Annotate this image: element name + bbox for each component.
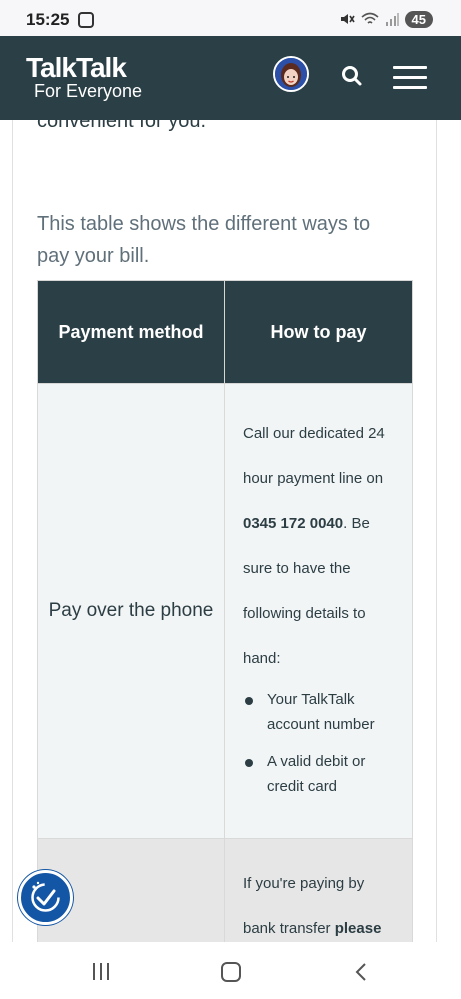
- how-text-line: hand:: [243, 650, 281, 667]
- mute-icon: [340, 14, 355, 24]
- accessibility-button[interactable]: [18, 870, 73, 925]
- menu-bar: [393, 66, 427, 69]
- avatar[interactable]: [273, 56, 309, 92]
- menu-bar: [393, 86, 427, 89]
- how-cell: Call our dedicated 24 hour payment line …: [224, 383, 413, 839]
- screen-record-icon: [78, 12, 94, 28]
- logo-tagline: For Everyone: [34, 81, 143, 101]
- how-text-bold: please: [334, 920, 382, 937]
- how-cell: If you're paying by bank transfer please: [224, 838, 413, 942]
- list-item: Your TalkTalk account number: [243, 687, 398, 737]
- column-header-how: How to pay: [224, 280, 413, 384]
- status-icons: 45: [339, 10, 433, 28]
- recents-bar: [100, 963, 102, 980]
- recents-bar: [93, 963, 95, 980]
- site-header: TalkTalk For Everyone: [0, 36, 461, 120]
- column-header-method: Payment method: [37, 280, 225, 384]
- system-nav-bar: [0, 942, 461, 999]
- recents-icon[interactable]: [93, 963, 111, 981]
- table-header-row: Payment method How to pay: [37, 280, 413, 384]
- cut-off-paragraph: convenient for you.: [37, 120, 206, 132]
- status-bar: 15:25 45: [0, 0, 461, 36]
- how-text-line: If you're paying by: [243, 875, 365, 892]
- list-item: A valid debit or credit card: [243, 749, 398, 799]
- main-content: convenient for you. This table shows the…: [12, 120, 437, 942]
- how-text-fragment: bank transfer: [243, 920, 335, 937]
- table-intro: This table shows the different ways to p…: [37, 213, 371, 267]
- how-text-line: following details to: [243, 605, 366, 622]
- home-icon[interactable]: [221, 962, 241, 982]
- table-row: If you're paying by bank transfer please: [37, 838, 413, 942]
- method-cell: Pay over the phone: [37, 383, 225, 839]
- wifi-icon: [361, 12, 379, 24]
- hamburger-menu-icon[interactable]: [393, 66, 427, 90]
- signal-icon: [385, 13, 399, 26]
- how-text-line: bank transfer please: [243, 906, 398, 942]
- phone-number[interactable]: 0345 172 0040: [243, 515, 343, 532]
- how-text-line: hour payment line on: [243, 470, 384, 487]
- menu-bar: [393, 76, 427, 79]
- back-icon[interactable]: [352, 962, 370, 982]
- how-text-line: sure to have the: [243, 560, 351, 577]
- status-time: 15:25: [26, 10, 70, 29]
- how-text-line: Call our dedicated 24: [243, 425, 385, 442]
- payment-methods-table: Payment method How to pay Pay over the p…: [37, 280, 413, 942]
- table-row: Pay over the phone Call our dedicated 24…: [37, 383, 413, 839]
- how-text-line: 0345 172 0040. Be: [243, 501, 398, 546]
- avatar-face-icon: [275, 58, 307, 90]
- battery-indicator: 45: [404, 10, 433, 28]
- recents-bar: [107, 963, 109, 980]
- back-chevron-icon: [355, 963, 366, 981]
- search-icon: [342, 66, 362, 86]
- accessibility-icon: [31, 881, 60, 912]
- search-button[interactable]: [340, 64, 364, 88]
- how-text-fragment: . Be: [343, 515, 370, 532]
- required-details-list: Your TalkTalk account number A valid deb…: [243, 687, 398, 799]
- logo-main[interactable]: TalkTalk: [26, 52, 127, 84]
